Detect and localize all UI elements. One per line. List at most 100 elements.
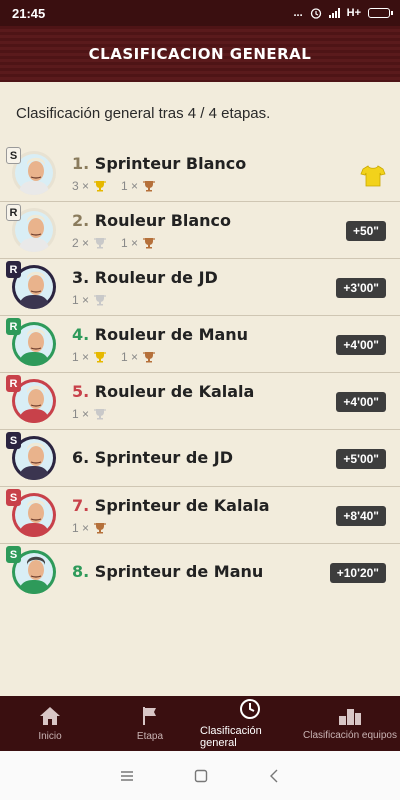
yellow-jersey-icon xyxy=(360,165,386,187)
rider-name: 5. Rouleur de Kalala xyxy=(72,382,254,401)
podium-icon xyxy=(339,708,361,725)
rider-trophies: 1 × xyxy=(72,407,117,421)
bronze-trophy-icon xyxy=(143,181,156,192)
network-type: H+ xyxy=(346,7,361,19)
time-gap-badge: +50" xyxy=(345,221,386,241)
rider-list: S 1. Sprinteur Blanco 3 × 1 × R 2. Rouleu… xyxy=(0,145,400,601)
bottom-nav: Inicio Etapa Clasificación general Clasi… xyxy=(0,696,400,751)
rider-name-text: Rouleur Blanco xyxy=(94,211,232,230)
nav-label: Inicio xyxy=(38,730,62,742)
status-icons: ... H+ xyxy=(293,7,393,19)
rider-name: 4. Rouleur de Manu xyxy=(72,325,248,344)
rider-row[interactable]: S 1. Sprinteur Blanco 3 × 1 × xyxy=(0,145,400,202)
classification-subtitle: Clasificación general tras 4 / 4 etapas. xyxy=(16,105,271,122)
battery-icon xyxy=(368,8,393,18)
rider-name-text: Rouleur de JD xyxy=(94,268,218,287)
gold-trophy-icon xyxy=(94,352,107,363)
rider-name-text: Sprinteur de JD xyxy=(94,448,233,467)
silver-count: 1 × xyxy=(72,407,90,421)
silver-count: 2 × xyxy=(72,236,90,250)
rider-name: 3. Rouleur de JD xyxy=(72,268,218,287)
time-gap-badge: +10'20" xyxy=(329,563,386,583)
clock-icon xyxy=(240,699,260,719)
rider-trophies: 1 × xyxy=(72,293,117,307)
flag-icon xyxy=(143,706,156,725)
menu-icon[interactable] xyxy=(120,770,134,782)
rider-position: 8. xyxy=(72,562,90,581)
nav-clasificacion-equipos[interactable]: Clasificación equipos xyxy=(300,696,400,751)
system-nav xyxy=(0,751,400,800)
rider-name: 1. Sprinteur Blanco xyxy=(72,154,246,173)
status-dots: ... xyxy=(293,7,303,19)
rider-name-text: Sprinteur Blanco xyxy=(94,154,247,173)
rider-position: 1. xyxy=(72,154,90,173)
rider-name: 2. Rouleur Blanco xyxy=(72,211,231,230)
rider-type-badge: S xyxy=(6,432,21,449)
rider-name-text: Sprinteur de Manu xyxy=(94,562,264,581)
bronze-count: 1 × xyxy=(121,236,139,250)
rider-type-badge: R xyxy=(6,318,21,335)
rider-type-badge: S xyxy=(6,147,21,164)
rider-type-badge: R xyxy=(6,375,21,392)
rider-row[interactable]: R 4. Rouleur de Manu 1 × 1 × +4'00" xyxy=(0,316,400,373)
silver-trophy-icon xyxy=(94,409,107,420)
rider-type-badge: R xyxy=(6,204,21,221)
rider-type-badge: S xyxy=(6,489,21,506)
status-bar: 21:45 ... H+ xyxy=(0,0,400,26)
nav-label: Etapa xyxy=(136,730,164,742)
rider-name-text: Rouleur de Manu xyxy=(94,325,249,344)
bronze-count: 1 × xyxy=(121,179,139,193)
bronze-trophy-icon xyxy=(94,523,107,534)
rider-position: 4. xyxy=(72,325,90,344)
rider-name: 8. Sprinteur de Manu xyxy=(72,562,263,581)
rider-name: 7. Sprinteur de Kalala xyxy=(72,496,270,515)
nav-etapa[interactable]: Etapa xyxy=(100,696,200,751)
back-icon[interactable] xyxy=(268,769,280,783)
home-square-icon[interactable] xyxy=(194,769,208,783)
home-icon xyxy=(40,706,60,725)
rider-row[interactable]: S 7. Sprinteur de Kalala 1 × +8'40" xyxy=(0,487,400,544)
rider-trophies: 1 × xyxy=(72,521,117,535)
rider-row[interactable]: R 5. Rouleur de Kalala 1 × +4'00" xyxy=(0,373,400,430)
rider-position: 3. xyxy=(72,268,90,287)
silver-trophy-icon xyxy=(94,238,107,249)
rider-type-badge: S xyxy=(6,546,21,563)
rider-position: 7. xyxy=(72,496,90,515)
rider-row[interactable]: S 8. Sprinteur de Manu +10'20" xyxy=(0,544,400,601)
rider-row[interactable]: S 6. Sprinteur de JD +5'00" xyxy=(0,430,400,487)
bronze-trophy-icon xyxy=(143,352,156,363)
rider-position: 5. xyxy=(72,382,90,401)
time-gap-badge: +4'00" xyxy=(336,392,386,412)
nav-label: Clasificación general xyxy=(200,725,262,749)
rider-type-badge: R xyxy=(6,261,21,278)
rider-trophies: 1 × 1 × xyxy=(72,350,166,364)
time-gap-badge: +3'00" xyxy=(336,278,386,298)
rider-position: 6. xyxy=(72,448,90,467)
rider-name-text: Rouleur de Kalala xyxy=(94,382,255,401)
gold-trophy-icon xyxy=(94,181,107,192)
nav-label: Clasificación equipos xyxy=(303,729,397,741)
time-gap-badge: +8'40" xyxy=(336,506,386,526)
rider-name: 6. Sprinteur de JD xyxy=(72,448,233,467)
bronze-count: 1 × xyxy=(72,521,90,535)
silver-count: 1 × xyxy=(72,293,90,307)
app-header: CLASIFICACION GENERAL xyxy=(0,26,400,82)
gold-count: 1 × xyxy=(72,350,90,364)
alarm-icon xyxy=(310,8,321,19)
status-time: 21:45 xyxy=(12,5,46,21)
rider-position: 2. xyxy=(72,211,90,230)
time-gap-badge: +5'00" xyxy=(336,449,386,469)
page-title: CLASIFICACION GENERAL xyxy=(88,45,312,63)
nav-inicio[interactable]: Inicio xyxy=(0,696,100,751)
bronze-count: 1 × xyxy=(121,350,139,364)
nav-clasificacion-general[interactable]: Clasificación general xyxy=(200,696,300,751)
rider-name-text: Sprinteur de Kalala xyxy=(94,496,270,515)
bronze-trophy-icon xyxy=(143,238,156,249)
gold-count: 3 × xyxy=(72,179,90,193)
rider-row[interactable]: R 3. Rouleur de JD 1 × +3'00" xyxy=(0,259,400,316)
rider-row[interactable]: R 2. Rouleur Blanco 2 × 1 × +50" xyxy=(0,202,400,259)
rider-trophies: 3 × 1 × xyxy=(72,179,166,193)
rider-trophies: 2 × 1 × xyxy=(72,236,166,250)
signal-icon xyxy=(328,8,340,18)
time-gap-badge: +4'00" xyxy=(336,335,386,355)
